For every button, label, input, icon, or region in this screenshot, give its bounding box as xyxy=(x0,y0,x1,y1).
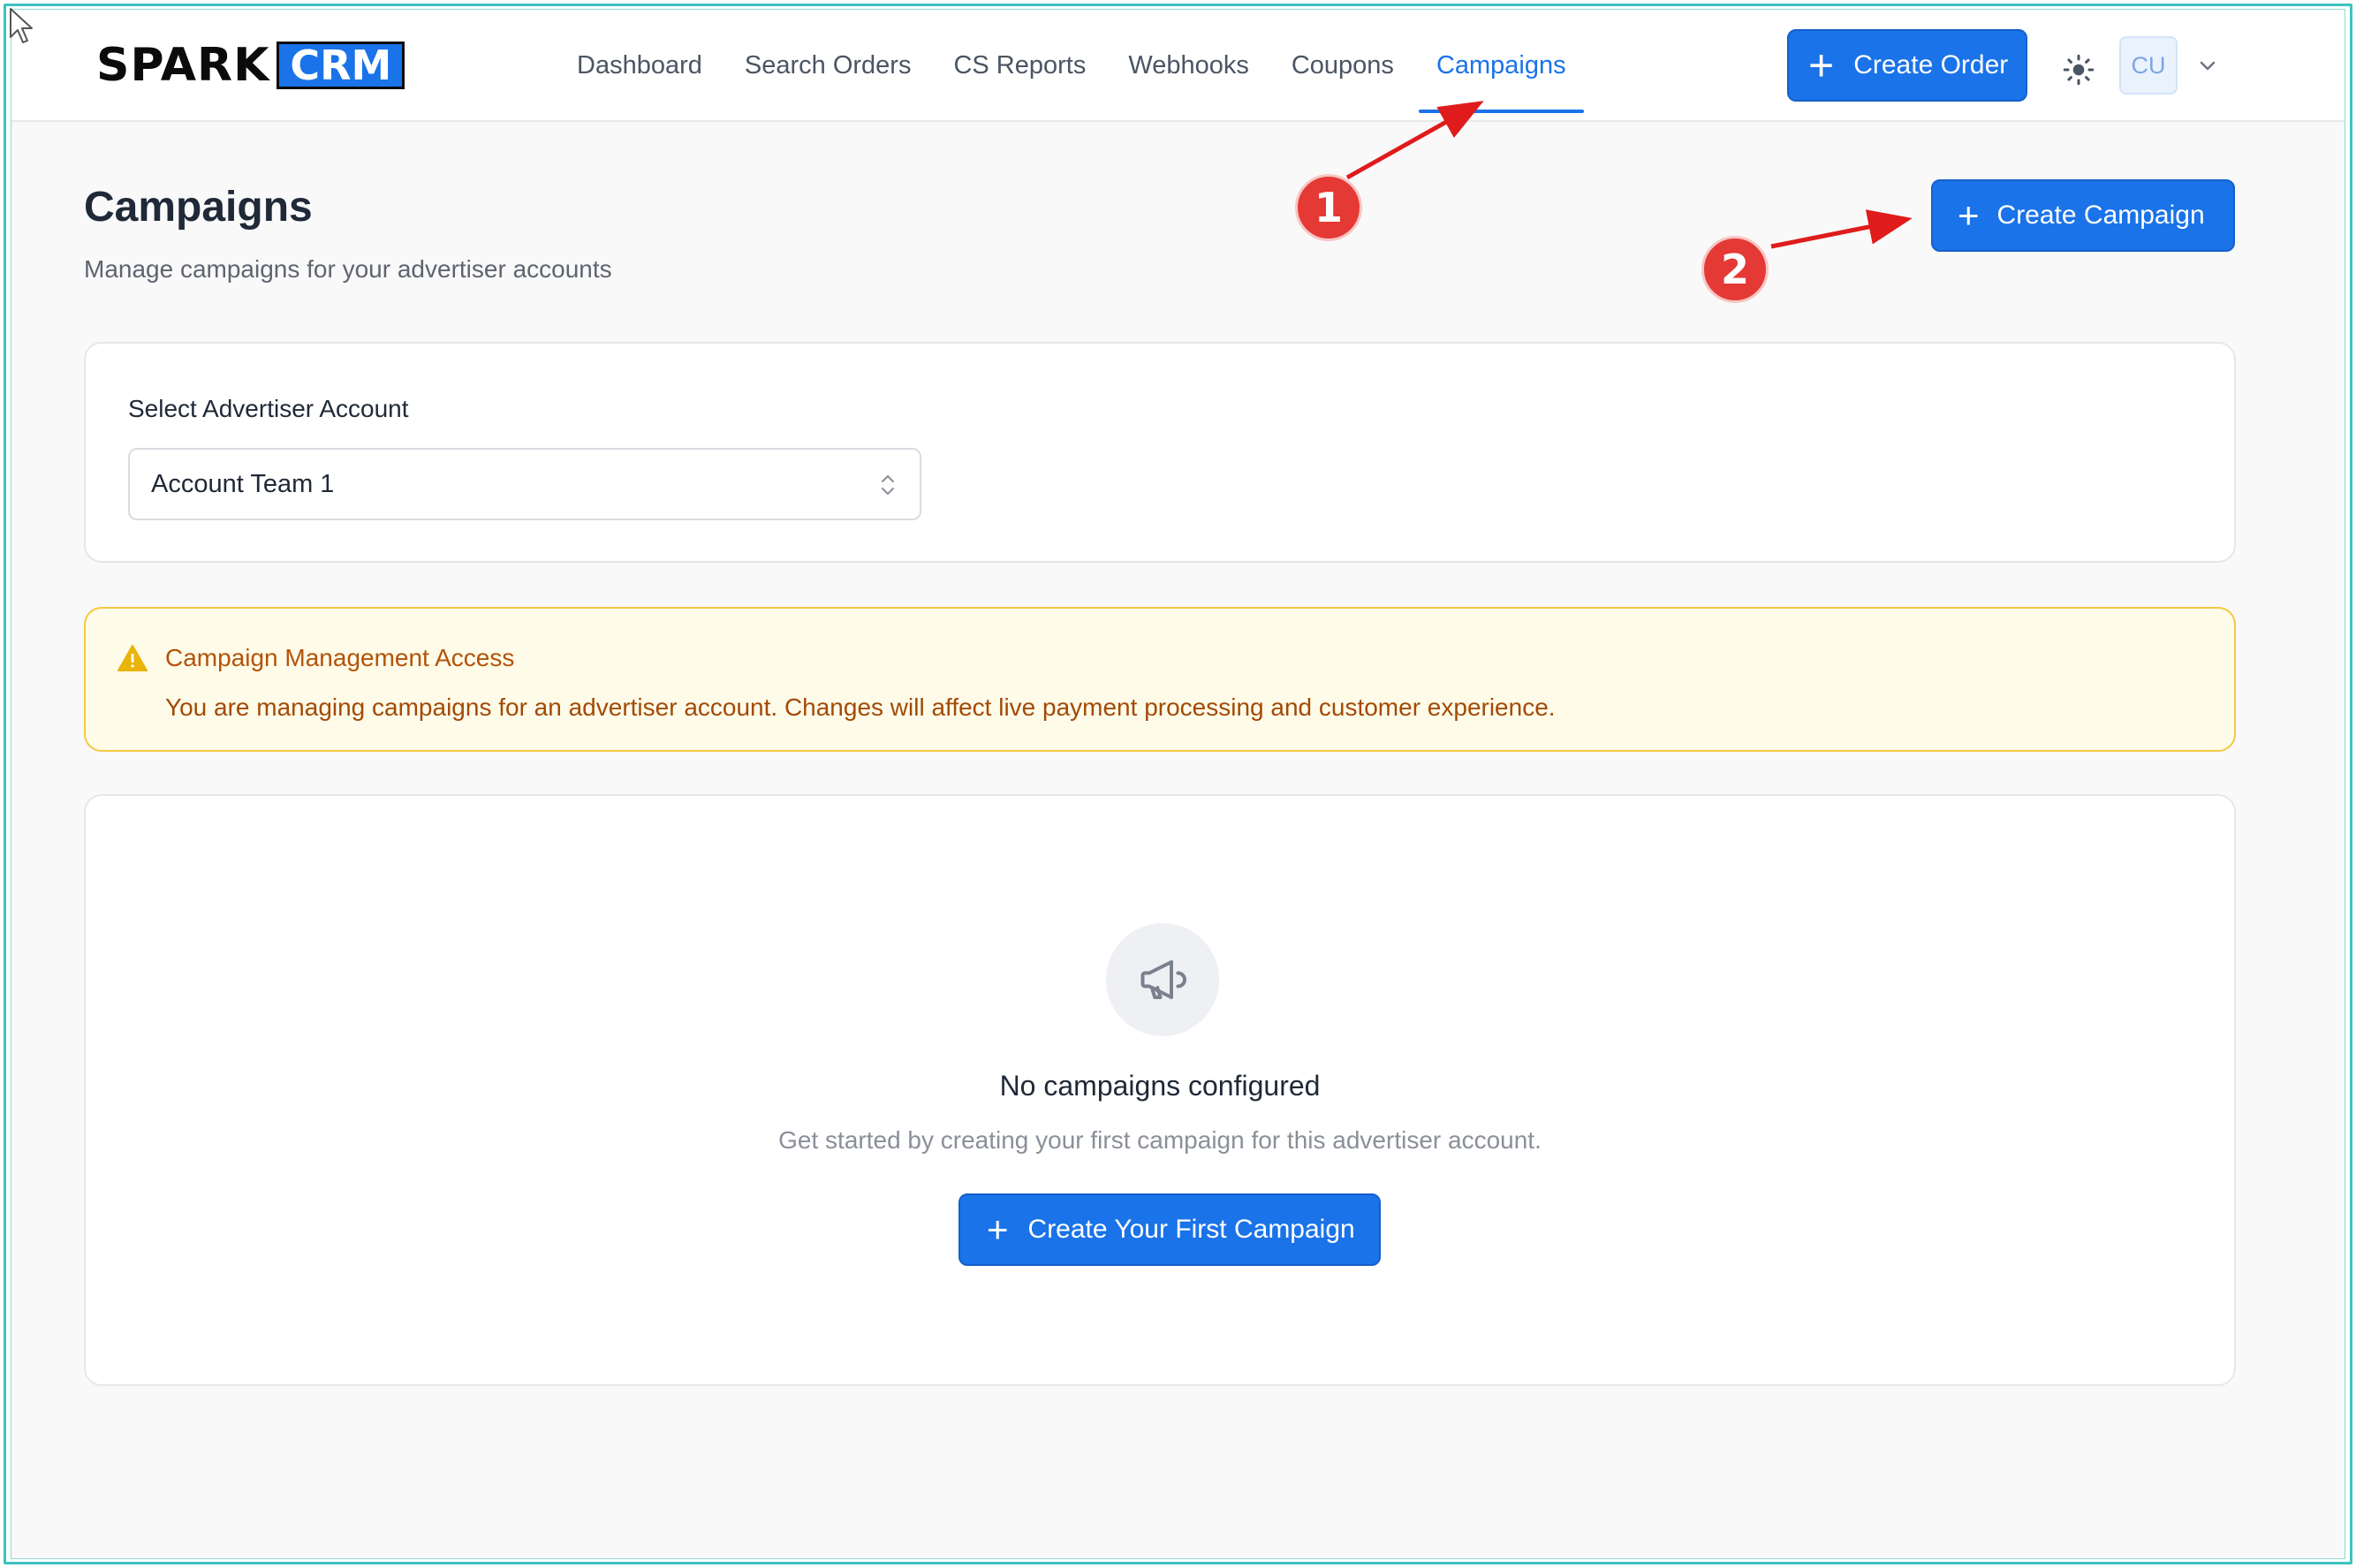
select-arrows-icon xyxy=(882,475,894,495)
annotation-badge-1: 1 xyxy=(1295,174,1362,241)
account-selector-card: Select Advertiser Account Account Team 1 xyxy=(84,342,2236,563)
annotation-badge-2: 2 xyxy=(1701,236,1769,303)
empty-state-icon-circle xyxy=(1106,923,1219,1036)
plus-icon: + xyxy=(1958,194,1980,236)
nav-search-orders[interactable]: Search Orders xyxy=(723,10,933,122)
plus-icon: + xyxy=(987,1208,1009,1250)
create-campaign-button[interactable]: + Create Campaign xyxy=(1931,179,2235,252)
warning-triangle-icon xyxy=(117,645,148,671)
nav-coupons[interactable]: Coupons xyxy=(1270,10,1415,122)
warning-banner: Campaign Management Access You are manag… xyxy=(84,607,2236,752)
logo-spark-text: SPARK xyxy=(96,39,270,92)
create-first-campaign-button[interactable]: + Create Your First Campaign xyxy=(958,1193,1381,1266)
logo-crm-text: CRM xyxy=(277,42,405,89)
active-tab-underline xyxy=(1418,110,1584,113)
warning-message: You are managing campaigns for an advert… xyxy=(165,693,1556,721)
plus-icon: + xyxy=(1808,41,1835,90)
nav-webhooks[interactable]: Webhooks xyxy=(1107,10,1270,122)
advertiser-account-label: Select Advertiser Account xyxy=(128,395,409,422)
create-order-button[interactable]: + Create Order xyxy=(1787,29,2027,102)
app-window: SPARK CRM Dashboard Search Orders CS Rep… xyxy=(11,9,2345,1559)
megaphone-icon xyxy=(1140,960,1186,999)
nav-campaigns-label: Campaigns xyxy=(1436,51,1566,80)
top-navbar: SPARK CRM Dashboard Search Orders CS Rep… xyxy=(11,10,2345,122)
create-order-label: Create Order xyxy=(1853,50,2009,80)
page-subtitle: Manage campaigns for your advertiser acc… xyxy=(84,255,612,283)
sun-icon[interactable] xyxy=(2063,54,2095,86)
nav-campaigns[interactable]: Campaigns xyxy=(1415,10,1587,122)
create-first-campaign-label: Create Your First Campaign xyxy=(1027,1215,1355,1244)
selected-account-value: Account Team 1 xyxy=(151,469,335,498)
create-campaign-label: Create Campaign xyxy=(1996,201,2205,230)
main-nav: Dashboard Search Orders CS Reports Webho… xyxy=(556,10,1587,122)
campaigns-empty-state: No campaigns configured Get started by c… xyxy=(84,794,2236,1386)
nav-dashboard[interactable]: Dashboard xyxy=(556,10,723,122)
advertiser-account-select[interactable]: Account Team 1 xyxy=(128,448,921,520)
nav-cs-reports[interactable]: CS Reports xyxy=(932,10,1107,122)
mouse-pointer-icon xyxy=(10,8,33,43)
chevron-down-icon[interactable] xyxy=(2197,57,2218,75)
page-title: Campaigns xyxy=(84,184,313,231)
spark-crm-logo[interactable]: SPARK CRM xyxy=(96,42,405,89)
empty-state-text: Get started by creating your first campa… xyxy=(778,1126,1542,1154)
annotation-arrow-2 xyxy=(1770,209,1913,249)
user-avatar[interactable]: CU xyxy=(2119,36,2178,95)
empty-state-title: No campaigns configured xyxy=(999,1070,1321,1102)
warning-title: Campaign Management Access xyxy=(165,644,515,671)
